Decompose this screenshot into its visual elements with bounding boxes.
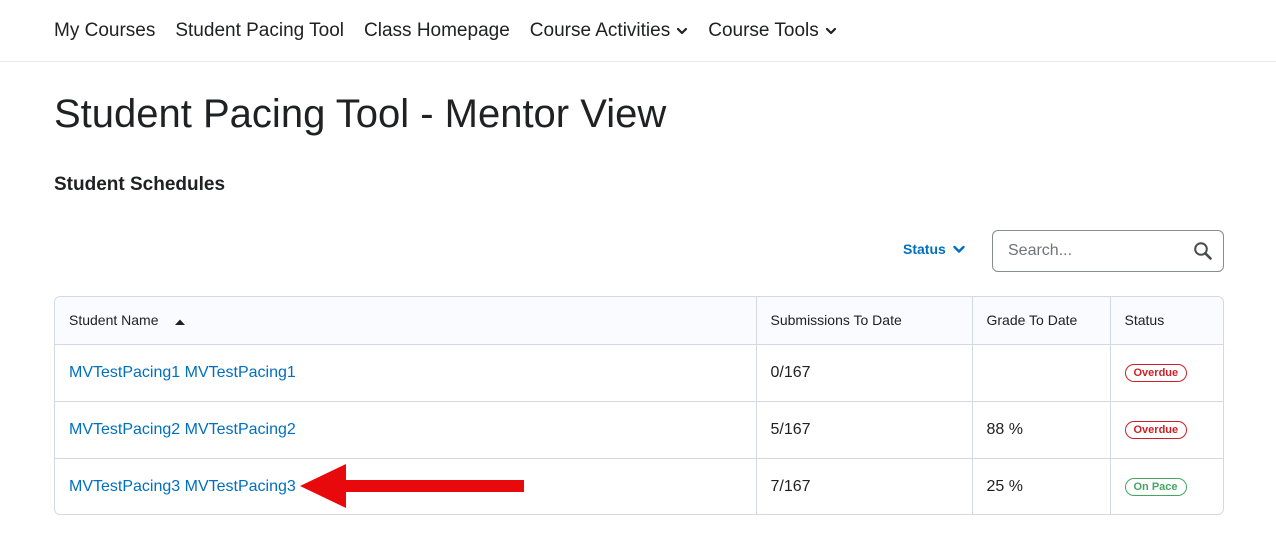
status-badge: Overdue [1124,421,1188,439]
nav-label: Class Homepage [364,19,510,41]
student-link[interactable]: MVTestPacing2 MVTestPacing2 [69,421,296,438]
student-name-cell: MVTestPacing2 MVTestPacing2 [55,401,757,459]
grade-cell: 25 % [972,458,1111,514]
table-row: MVTestPacing3 MVTestPacing3 7/167 25 % O… [55,458,1223,514]
submissions-cell: 5/167 [756,401,973,459]
nav-my-courses[interactable]: My Courses [54,20,155,42]
column-label: Grade To Date [986,312,1078,329]
chevron-down-icon [825,27,836,34]
column-label: Student Name [69,312,159,329]
nav-course-activities[interactable]: Course Activities [530,20,688,42]
status-badge: On Pace [1124,478,1187,497]
search-icon[interactable] [1193,241,1213,261]
status-filter-button[interactable]: Status [903,241,966,257]
column-header-submissions: Submissions To Date [756,297,973,345]
nav-course-tools[interactable]: Course Tools [708,20,837,42]
grade-cell: 88 % [972,401,1111,459]
nav-label: Course Tools [708,19,819,41]
submissions-cell: 7/167 [756,458,973,514]
page-title: Student Pacing Tool - Mentor View [54,92,667,136]
status-cell: Overdue [1110,401,1223,459]
status-cell: Overdue [1110,344,1223,402]
nav-student-pacing-tool[interactable]: Student Pacing Tool [175,20,344,42]
annotation-arrow-icon [300,464,524,508]
table-header-row: Student Name Submissions To Date Grade T… [55,297,1223,345]
table-row: MVTestPacing2 MVTestPacing2 5/167 88 % O… [55,401,1223,459]
nav-label: Student Pacing Tool [175,19,345,41]
table-row: MVTestPacing1 MVTestPacing1 0/167 Overdu… [55,344,1223,402]
nav-label: Course Activities [529,19,671,41]
student-link[interactable]: MVTestPacing3 MVTestPacing3 [69,478,296,495]
search-box [992,230,1224,272]
column-header-grade: Grade To Date [972,297,1111,345]
student-link[interactable]: MVTestPacing1 MVTestPacing1 [69,364,296,381]
chevron-down-icon [677,27,688,34]
section-title: Student Schedules [54,174,226,195]
column-header-status: Status [1110,297,1223,345]
search-input[interactable] [1008,242,1178,260]
caret-up-icon [175,319,186,325]
chevron-down-icon [953,245,965,253]
student-schedules-table: Student Name Submissions To Date Grade T… [54,296,1224,515]
status-cell: On Pace [1110,458,1223,514]
column-label: Status [1124,312,1165,329]
nav-label: My Courses [54,19,156,41]
grade-cell [972,344,1111,402]
submissions-cell: 0/167 [756,344,973,402]
top-navigation: My Courses Student Pacing Tool Class Hom… [0,0,1276,62]
column-header-student-name[interactable]: Student Name [55,297,757,345]
status-badge: Overdue [1124,364,1188,382]
column-label: Submissions To Date [770,312,902,329]
nav-class-homepage[interactable]: Class Homepage [364,20,510,42]
status-filter-label: Status [903,241,946,257]
student-name-cell: MVTestPacing1 MVTestPacing1 [55,344,757,402]
